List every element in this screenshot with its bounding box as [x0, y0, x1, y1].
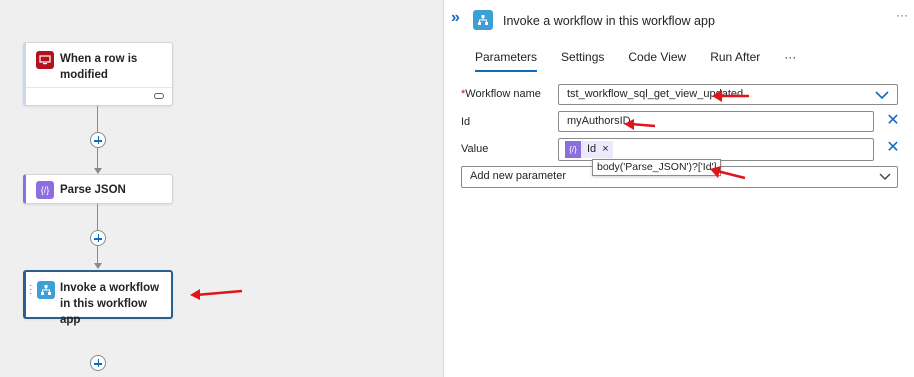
tab-code-view[interactable]: Code View [628, 50, 686, 72]
collapse-panel-icon[interactable]: » [451, 9, 460, 27]
workflow-header-icon [473, 10, 493, 30]
token-tooltip: body('Parse_JSON')?['Id'] [592, 159, 722, 176]
invoke-title: Invoke a workflow in this workflow app [60, 282, 160, 326]
drag-handle-icon[interactable]: · · · [29, 281, 32, 299]
trigger-title: When a row is modified [60, 53, 138, 81]
action-node-parse-json[interactable]: {/} Parse JSON [23, 174, 173, 204]
workflow-name-label: *Workflow name [461, 88, 541, 100]
annotation-arrow-icon [624, 119, 656, 130]
sql-trigger-icon [36, 51, 54, 69]
tab-run-after[interactable]: Run After [710, 50, 760, 72]
id-input[interactable]: myAuthorsID [558, 111, 874, 132]
parse-json-title: Parse JSON [60, 184, 126, 196]
panel-tabs: Parameters Settings Code View Run After … [475, 50, 820, 72]
annotation-arrow-icon [190, 289, 243, 300]
trigger-node-when-row-modified[interactable]: When a row is modified [23, 42, 173, 106]
remove-id-icon[interactable]: ✕ [886, 113, 900, 129]
panel-title: Invoke a workflow in this workflow app [503, 14, 715, 28]
dynamic-token[interactable]: {/} Id × [565, 141, 613, 158]
value-label: Value [461, 143, 489, 155]
link-icon [154, 93, 164, 99]
parse-json-token-icon: {/} [565, 141, 581, 158]
node-footer-divider [26, 87, 172, 88]
tab-more[interactable]: ··· [784, 50, 796, 72]
action-details-panel: » Invoke a workflow in this workflow app… [445, 0, 914, 377]
id-label: Id [461, 116, 471, 128]
add-step-plus-icon[interactable] [90, 355, 106, 371]
add-step-plus-icon[interactable] [90, 132, 106, 148]
add-step-plus-icon[interactable] [90, 230, 106, 246]
id-value: myAuthorsID [567, 115, 631, 127]
annotation-arrow-icon [712, 90, 749, 102]
action-node-invoke-workflow[interactable]: · · · Invoke a workflow in this workflow a… [23, 270, 173, 326]
designer-canvas: When a row is modified {/} Parse JSON · ·… [0, 0, 444, 377]
tab-settings[interactable]: Settings [561, 50, 604, 72]
connector-arrow-icon [94, 263, 102, 269]
more-options-icon[interactable]: ··· [896, 8, 908, 22]
remove-value-icon[interactable]: ✕ [886, 140, 900, 156]
value-input[interactable]: {/} Id × [558, 138, 874, 161]
chevron-down-icon [875, 91, 889, 99]
annotation-arrow-icon [710, 166, 746, 180]
parse-json-icon: {/} [36, 181, 54, 199]
workflow-icon [37, 281, 55, 299]
chevron-down-icon [879, 173, 891, 180]
remove-token-icon[interactable]: × [602, 140, 608, 159]
tab-parameters[interactable]: Parameters [475, 50, 538, 72]
